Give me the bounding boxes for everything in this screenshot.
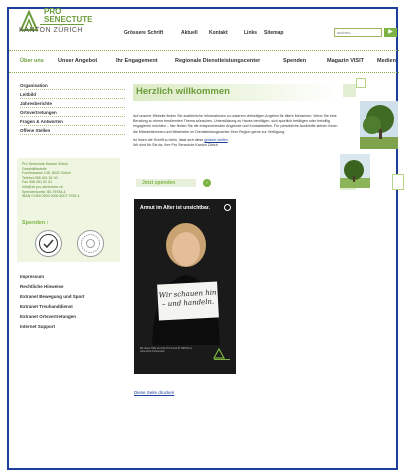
sidebar-link-internet-support[interactable]: Internet Support (20, 322, 85, 332)
topnav-sitemap[interactable]: Sitemap (264, 30, 283, 36)
sidebar-item-ortsvertretungen[interactable]: Ortsvertretungen (20, 108, 125, 117)
logo-text: PRO SENECTUTE (44, 7, 93, 24)
topnav-links[interactable]: Links (244, 30, 257, 36)
decorative-square (356, 78, 366, 88)
sidebar-link-rechtliche-hinweise[interactable]: Rechtliche Hinweise (20, 282, 85, 292)
sidebar-item-leitbild[interactable]: Leitbild (20, 90, 125, 99)
sidebar-item-organisation[interactable]: Organisation (20, 81, 125, 90)
mainnav-magazin-visit[interactable]: Magazin VISIT (327, 58, 364, 64)
topnav-aktuell[interactable]: Aktuell (181, 30, 198, 36)
contact-info: Pro Senectute Kanton Zürich Geschäftsste… (22, 162, 117, 199)
sidebar-item-faq[interactable]: Fragen & Antworten (20, 117, 125, 126)
topnav-larger-font[interactable]: Grössere Schrift (124, 30, 163, 36)
closing-paragraph: Wir sind für Sie da. Ihre Pro Senectute … (133, 143, 218, 148)
mainnav-medien[interactable]: Medien (377, 58, 396, 64)
page-title: Herzlich willkommen (136, 86, 230, 97)
campaign-poster[interactable]: Armut im Alter ist unsichtbar. Wir schau… (134, 199, 236, 374)
topnav-kontakt[interactable]: Kontakt (209, 30, 228, 36)
larger-font-link[interactable]: grösser stellen (204, 138, 227, 142)
mainnav-spenden[interactable]: Spenden (283, 58, 306, 64)
sidebar-link-extranet-treuhand[interactable]: Extranet Treuhanddienst (20, 302, 85, 312)
poster-footer-text: Mit hoher Hilfe sind Sie PC Konto 87-668… (140, 347, 194, 354)
poster-woman-photo (152, 223, 220, 345)
poster-logo-icon (212, 347, 230, 360)
poster-mark-icon (224, 204, 231, 211)
logo-divider (40, 24, 84, 25)
sidebar-link-extranet-sport[interactable]: Extranet Bewegung und Sport (20, 292, 85, 302)
decorative-square (392, 174, 404, 190)
certification-seal-icon (77, 230, 104, 257)
sidebar-links: Impressum Rechtliche Hinweise Extranet B… (20, 272, 85, 332)
mainnav-divider-top (9, 50, 399, 51)
sidebar-item-offene-stellen[interactable]: Offene Stellen (20, 126, 125, 135)
chevron-right-icon: › (46, 220, 49, 226)
intro-paragraph: Auf unserer Website finden Sie ausführli… (133, 114, 338, 134)
zewo-seal-icon (35, 230, 62, 257)
poster-title: Armut im Alter ist unsichtbar. (140, 205, 210, 211)
sidebar-link-extranet-ortsvertretungen[interactable]: Extranet Ortsvertretungen (20, 312, 85, 322)
decorative-square (343, 84, 356, 97)
mainnav-ihr-engagement[interactable]: Ihr Engagement (116, 58, 158, 64)
bush-photo (340, 154, 370, 188)
sidebar-link-impressum[interactable]: Impressum (20, 272, 85, 282)
mainnav-dienstleistungscenter[interactable]: Regionale Dienstleistungscenter (175, 58, 260, 64)
mainnav-ueber-uns[interactable]: Über uns (20, 58, 44, 64)
sidebar-spenden-link[interactable]: Spenden › (22, 220, 49, 226)
tree-photo (360, 101, 398, 149)
arrow-right-icon: ▶ (388, 29, 393, 35)
mainnav-unser-angebot[interactable]: Unser Angebot (58, 58, 97, 64)
mainnav-divider-bottom (9, 72, 399, 73)
donate-now-button[interactable]: Jetzt spenden (136, 179, 196, 187)
contact-box: Pro Senectute Kanton Zürich Geschäftsste… (17, 158, 120, 262)
sidebar-nav: Organisation Leitbild Jahresberichte Ort… (20, 81, 125, 135)
chevron-right-icon[interactable]: › (203, 179, 211, 187)
print-page-link[interactable]: Diese Seite drucken (134, 390, 174, 395)
welcome-text: Auf unserer Website finden Sie ausführli… (133, 114, 341, 148)
sidebar-item-jahresberichte[interactable]: Jahresberichte (20, 99, 125, 108)
logo-subtitle: KANTON ZÜRICH (19, 27, 83, 34)
poster-sign: Wir schauen hin – und handeln. (157, 281, 219, 321)
contact-line: IBAN CH59 0900 0000 8007 9784 4 (22, 194, 80, 199)
search-button[interactable]: ▶ (384, 28, 397, 37)
search-input[interactable] (334, 28, 382, 37)
